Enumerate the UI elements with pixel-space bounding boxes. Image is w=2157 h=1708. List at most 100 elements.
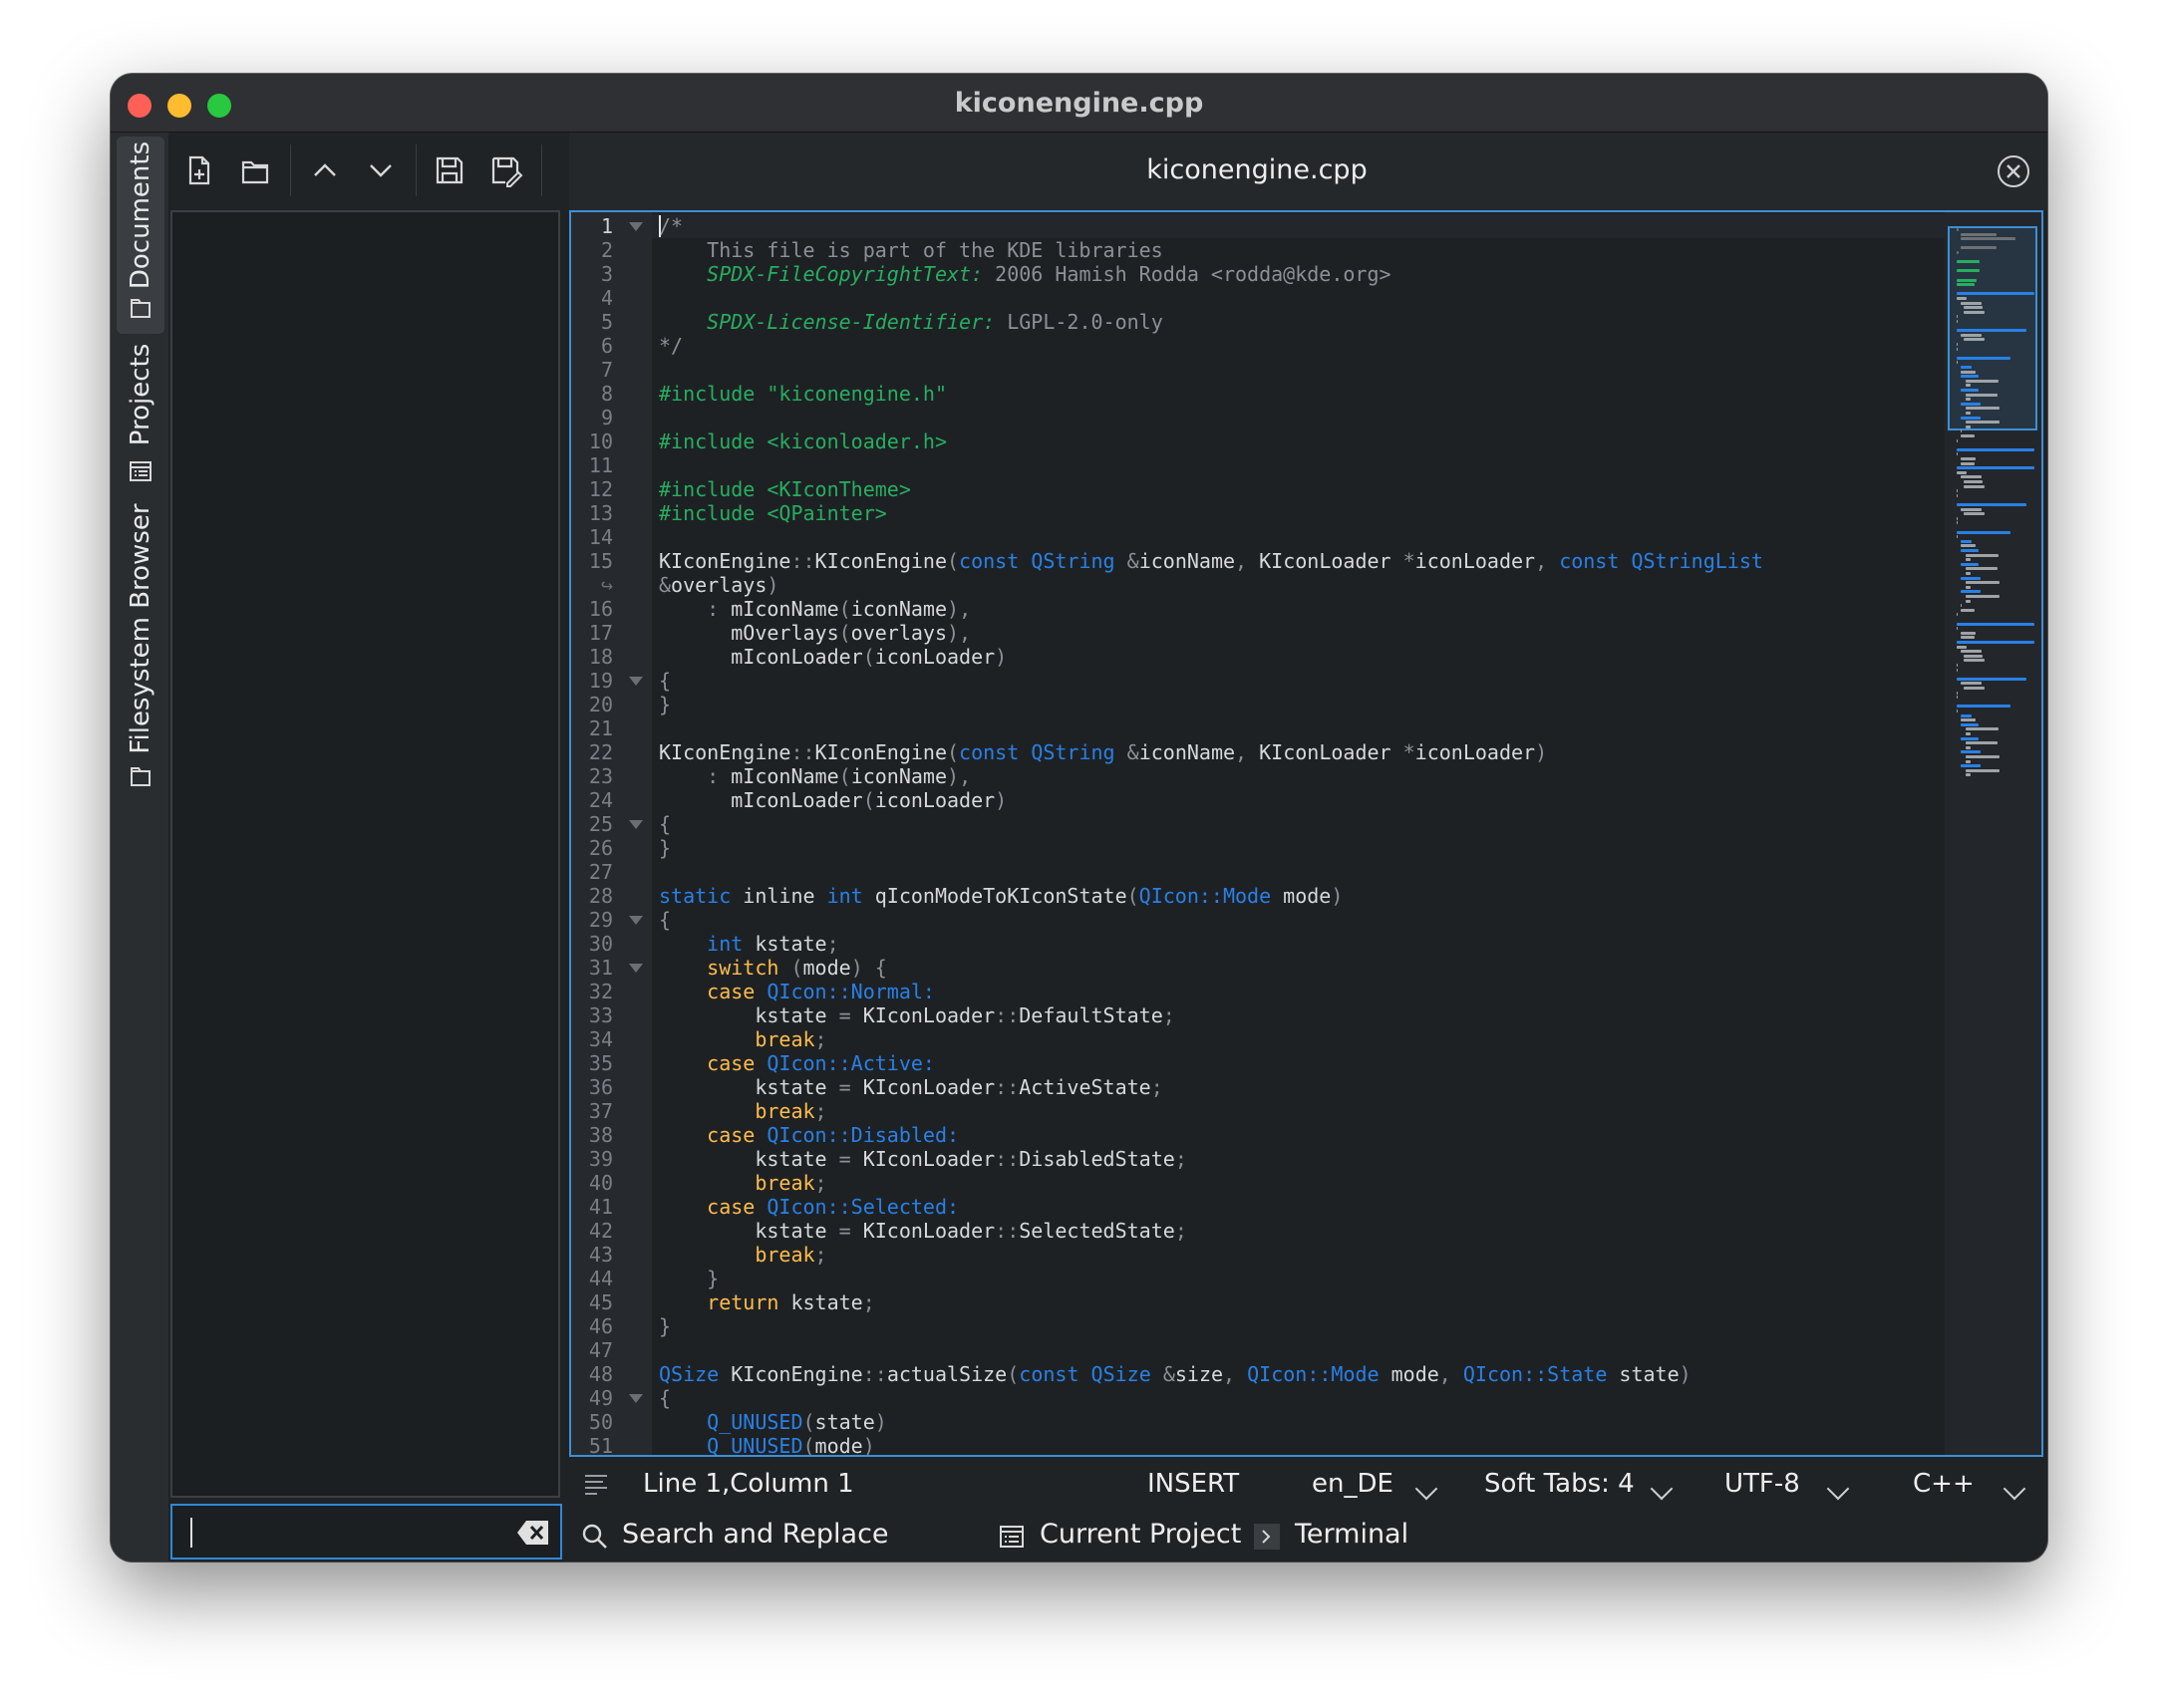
code-line: break; xyxy=(755,1027,827,1051)
minimap-line xyxy=(1961,232,1998,236)
fold-toggle-icon[interactable] xyxy=(629,222,643,231)
next-document-icon[interactable] xyxy=(363,152,399,188)
minimap-line xyxy=(1965,727,2000,731)
minimap-line xyxy=(1965,393,1999,397)
line-number: 6 xyxy=(600,334,613,358)
line-number: 12 xyxy=(588,477,613,501)
code-line: } xyxy=(659,1314,672,1338)
line-number: 41 xyxy=(588,1195,613,1219)
fold-toggle-icon[interactable] xyxy=(629,1394,643,1403)
minimap[interactable] xyxy=(1945,212,2041,1455)
code-line: break; xyxy=(755,1171,827,1195)
minimap-line xyxy=(1957,466,2034,470)
close-tab-icon[interactable] xyxy=(1997,154,2030,188)
indentation-select[interactable]: Soft Tabs: 4 xyxy=(1484,1469,1635,1499)
line-number: 43 xyxy=(588,1243,613,1267)
tool-terminal[interactable]: Terminal xyxy=(1295,1519,1408,1550)
minimap-line xyxy=(1961,402,1982,406)
fold-toggle-icon[interactable] xyxy=(629,964,643,973)
code-line: break; xyxy=(755,1099,827,1123)
dictionary-select[interactable]: en_DE xyxy=(1312,1469,1393,1499)
input-mode[interactable]: INSERT xyxy=(1147,1469,1239,1499)
line-number: 10 xyxy=(588,429,613,453)
sidebar-tab-filesystem-browser[interactable]: Filesystem Browser xyxy=(117,503,164,802)
minimap-line xyxy=(1961,370,1976,374)
sidebar-tab-label: Projects xyxy=(126,343,155,446)
code-line: { xyxy=(659,669,672,693)
fold-toggle-icon[interactable] xyxy=(629,677,643,686)
line-number: 23 xyxy=(588,764,613,788)
line-number: 18 xyxy=(588,645,613,669)
minimap-line xyxy=(1961,333,1983,337)
code-line: break; xyxy=(755,1243,827,1267)
code-editor[interactable]: 1 /* 2 This file is part of the KDE librar… xyxy=(569,210,2043,1457)
minimap-line xyxy=(1957,677,2027,681)
minimap-line xyxy=(1965,398,1972,402)
code-line: SPDX-FileCopyrightText: 2006 Hamish Rodd… xyxy=(707,262,1391,286)
minimap-line xyxy=(1965,553,2000,557)
minimap-line xyxy=(1961,366,1972,369)
minimap-line xyxy=(1961,549,1980,552)
code-line: QSize KIconEngine::actualSize(const QSiz… xyxy=(659,1362,1692,1386)
chevron-down-icon[interactable] xyxy=(1650,1477,1674,1501)
save-as-icon[interactable] xyxy=(487,152,523,188)
code-line: } xyxy=(659,693,672,716)
syntax-mode-select[interactable]: C++ xyxy=(1913,1469,1975,1499)
line-number: 1 xyxy=(600,214,613,238)
line-number: 13 xyxy=(588,501,613,525)
project-list-icon xyxy=(130,461,152,481)
cursor-position[interactable]: Line 1,Column 1 xyxy=(643,1469,854,1499)
minimap-line xyxy=(1965,572,1972,575)
line-number: 33 xyxy=(588,1003,613,1027)
fold-toggle-icon[interactable] xyxy=(629,916,643,925)
minimap-line xyxy=(1957,493,1958,497)
minimap-line xyxy=(1965,755,2000,758)
line-number: 40 xyxy=(588,1171,613,1195)
tool-view-bar: Search and Replace Current Project Termi… xyxy=(569,1509,2047,1561)
tab-kiconengine-cpp[interactable]: kiconengine.cpp xyxy=(569,154,1945,185)
chevron-down-icon[interactable] xyxy=(1826,1477,1850,1501)
word-wrap-icon[interactable] xyxy=(583,1471,609,1497)
previous-document-icon[interactable] xyxy=(307,152,343,188)
code-line: kstate = KIconLoader::DisabledState; xyxy=(659,1147,1187,1171)
line-number: 15 xyxy=(588,549,613,573)
chevron-down-icon[interactable] xyxy=(1414,1477,1438,1501)
open-folder-icon[interactable] xyxy=(237,152,273,188)
code-line: This file is part of the KDE libraries xyxy=(659,238,1163,262)
minimap-line xyxy=(1957,691,1958,695)
tool-search-and-replace[interactable]: Search and Replace xyxy=(622,1519,889,1550)
minimap-line xyxy=(1965,741,1999,745)
project-list-icon xyxy=(1000,1526,1024,1548)
code-line: } xyxy=(707,1267,720,1290)
sidebar-tab-documents[interactable]: Documents xyxy=(117,137,164,334)
document-list-panel[interactable] xyxy=(170,210,560,1498)
line-number: 4 xyxy=(600,286,613,310)
clear-text-icon[interactable] xyxy=(516,1519,550,1547)
code-line: { xyxy=(659,812,672,836)
minimap-line xyxy=(1965,558,1972,562)
minimap-line xyxy=(1957,438,1958,442)
code-line: case QIcon::Active: xyxy=(707,1051,935,1075)
fold-toggle-icon[interactable] xyxy=(629,820,643,829)
sidebar-tab-projects[interactable]: Projects xyxy=(117,344,164,493)
minimap-line xyxy=(1957,320,1958,323)
line-number: 30 xyxy=(588,932,613,956)
minimap-line xyxy=(1957,521,1958,525)
tool-current-project[interactable]: Current Project xyxy=(1040,1519,1241,1550)
minimap-line xyxy=(1961,608,1975,612)
code-line: kstate = KIconLoader::ActiveState; xyxy=(659,1075,1163,1099)
line-number: 48 xyxy=(588,1362,613,1386)
line-number: 22 xyxy=(588,740,613,764)
minimap-line xyxy=(1957,535,1958,539)
line-number: 24 xyxy=(588,788,613,812)
minimap-line xyxy=(1957,343,1958,346)
line-number: 36 xyxy=(588,1075,613,1099)
new-document-icon[interactable] xyxy=(181,152,217,188)
encoding-select[interactable]: UTF-8 xyxy=(1724,1469,1800,1499)
code-line: int kstate; xyxy=(707,932,839,956)
document-filter-input[interactable] xyxy=(170,1504,562,1560)
chevron-down-icon[interactable] xyxy=(2003,1477,2026,1501)
code-line: { xyxy=(659,908,672,932)
save-icon[interactable] xyxy=(432,152,467,188)
minimap-line xyxy=(1965,745,1972,749)
